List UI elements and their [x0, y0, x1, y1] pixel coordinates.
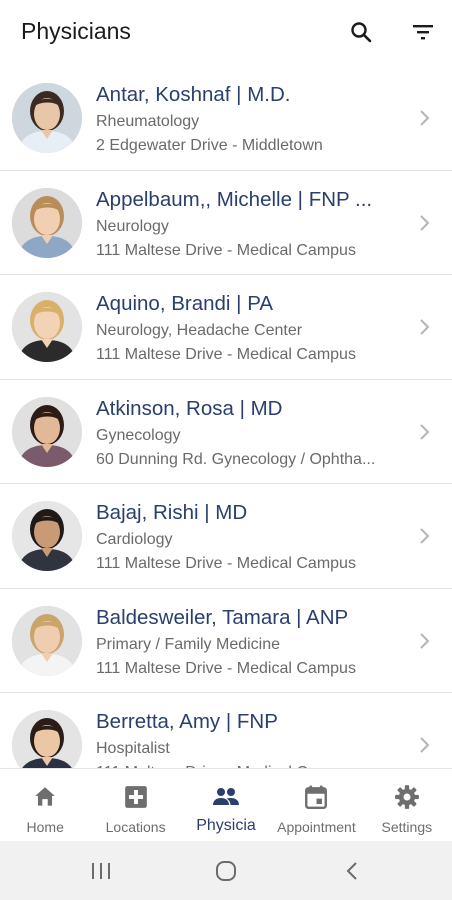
recents-icon [92, 863, 110, 879]
bottom-navigation: Home Locations Physicia Appointment Sett… [0, 768, 452, 841]
calendar-icon [305, 785, 328, 810]
physician-name: Aquino, Brandi | PA [96, 292, 274, 315]
physician-name: Antar, Koshnaf | M.D. [96, 83, 291, 106]
avatar [12, 292, 82, 362]
physician-row[interactable]: Appelbaum,, Michelle | FNP ... Neurology… [0, 170, 452, 275]
back-button[interactable] [340, 859, 366, 883]
physician-specialty: Gynecology [96, 426, 181, 444]
avatar [12, 501, 82, 571]
physician-address: 111 Maltese Drive - Medical Campus [96, 346, 356, 363]
physician-specialty: Primary / Family Medicine [96, 635, 281, 653]
physician-specialty: Neurology, Headache Center [96, 322, 303, 339]
nav-label-locations: Locations [105, 819, 166, 835]
physician-address: 60 Dunning Rd. Gynecology / Ophtha... [96, 450, 376, 468]
avatar [12, 83, 82, 153]
filter-button[interactable] [405, 14, 441, 50]
physician-row[interactable]: Aquino, Brandi | PA Neurology, Headache … [0, 275, 452, 380]
avatar [12, 187, 82, 258]
physician-address: 111 Maltese Drive - Medical Campus [96, 555, 356, 572]
avatar [12, 605, 82, 676]
physician-name: Bajaj, Rishi | MD [96, 501, 248, 524]
physician-row[interactable]: Antar, Koshnaf | M.D. Rheumatology 2 Edg… [0, 66, 452, 171]
home-circle-icon [216, 861, 236, 881]
gear-icon [394, 785, 419, 809]
page-title: Physicians [21, 18, 131, 44]
back-icon [346, 862, 357, 880]
physician-row[interactable]: Bajaj, Rishi | MD Cardiology 111 Maltese… [0, 484, 452, 589]
physician-specialty: Cardiology [96, 531, 173, 548]
physician-name: Berretta, Amy | FNP [96, 710, 278, 733]
chevron-right-icon [420, 528, 430, 544]
nav-item-appointment[interactable]: Appointment [271, 769, 361, 841]
nav-label-home: Home [26, 819, 64, 835]
app-bar: Physicians [0, 0, 452, 64]
chevron-right-icon [420, 319, 430, 335]
physician-name: Atkinson, Rosa | MD [96, 396, 283, 420]
nav-item-home[interactable]: Home [0, 769, 90, 841]
system-home-button[interactable] [213, 859, 239, 883]
physician-row[interactable]: Berretta, Amy | FNP Hospitalist 111 Malt… [0, 693, 452, 768]
physician-address: 111 Maltese Drive - Medical Campus [96, 659, 356, 677]
physician-specialty: Hospitalist [96, 740, 170, 757]
physician-row[interactable]: Atkinson, Rosa | MD Gynecology 60 Dunnin… [0, 379, 452, 484]
physician-list[interactable]: Antar, Koshnaf | M.D. Rheumatology 2 Edg… [0, 66, 452, 768]
physician-name: Baldesweiler, Tamara | ANP [96, 605, 349, 629]
nav-label-settings: Settings [381, 819, 433, 835]
nav-label-appointment: Appointment [277, 819, 356, 835]
avatar [12, 710, 82, 768]
physician-specialty: Rheumatology [96, 113, 200, 130]
system-navigation-bar [0, 841, 452, 900]
hospital-icon [124, 786, 147, 808]
physician-name: Appelbaum,, Michelle | FNP ... [96, 187, 373, 211]
people-icon [213, 788, 240, 805]
home-icon [35, 787, 55, 806]
nav-item-locations[interactable]: Locations [90, 769, 180, 841]
nav-label-physicians: Physicia [196, 817, 256, 834]
physician-address: 2 Edgewater Drive - Middletown [96, 137, 323, 154]
physician-address: 111 Maltese Drive - Medical Campus [96, 241, 356, 259]
chevron-right-icon [420, 737, 430, 753]
chevron-right-icon [420, 214, 430, 231]
search-icon [351, 22, 372, 43]
physician-row[interactable]: Baldesweiler, Tamara | ANP Primary / Fam… [0, 588, 452, 693]
recents-button[interactable] [88, 859, 114, 883]
filter-icon [413, 25, 433, 40]
nav-item-settings[interactable]: Settings [362, 769, 452, 841]
search-button[interactable] [343, 14, 379, 50]
physician-specialty: Neurology [96, 217, 169, 235]
chevron-right-icon [420, 632, 430, 649]
nav-item-physicians[interactable]: Physicia [181, 769, 271, 841]
chevron-right-icon [420, 423, 430, 440]
chevron-right-icon [420, 110, 430, 126]
avatar [12, 396, 82, 467]
